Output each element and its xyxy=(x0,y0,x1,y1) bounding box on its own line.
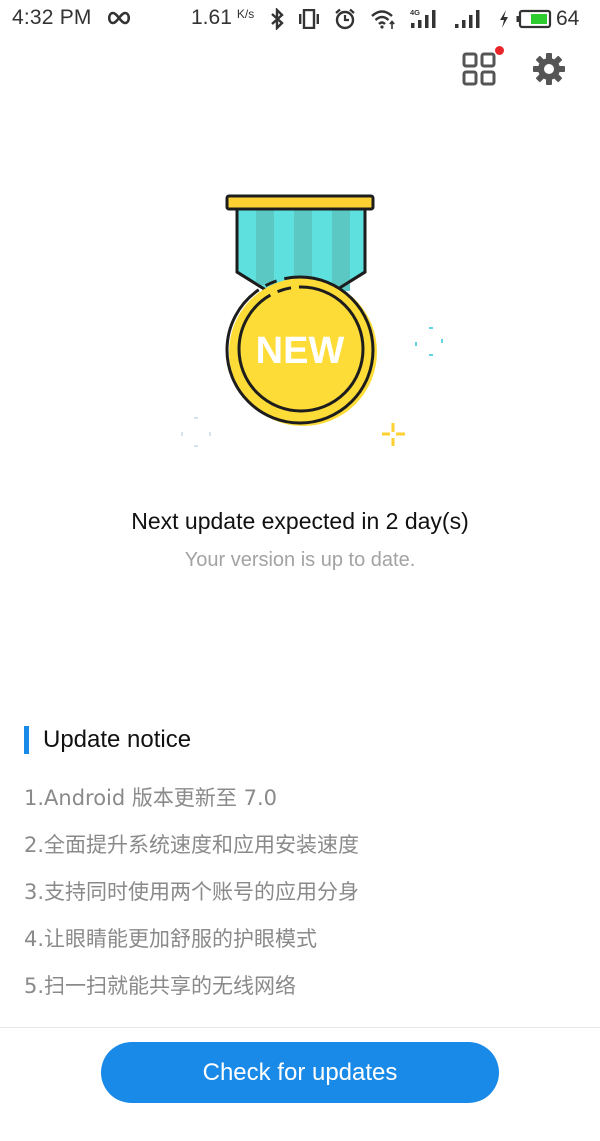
status-left: 4:32 PM xyxy=(12,6,132,30)
signal-icon xyxy=(454,8,484,30)
wifi-icon xyxy=(370,8,396,30)
signal-4g-icon: 4G xyxy=(410,8,440,30)
status-time: 4:32 PM xyxy=(12,6,92,29)
battery-icon xyxy=(516,9,552,29)
bluetooth-icon xyxy=(270,8,284,30)
top-actions xyxy=(462,46,566,86)
list-item: 4.让眼睛能更加舒服的护眼模式 xyxy=(24,927,318,951)
update-notice-list: 1.Android 版本更新至 7.0 2.全面提升系统速度和应用安装速度 3.… xyxy=(24,782,359,1017)
apps-button[interactable] xyxy=(462,46,504,86)
status-icons: 4G 64 xyxy=(270,6,579,32)
list-item: 3.支持同时使用两个账号的应用分身 xyxy=(24,880,360,904)
list-item: 5.扫一扫就能共享的无线网络 xyxy=(24,974,297,998)
notification-dot xyxy=(495,46,504,55)
sparkle-yellow-icon xyxy=(382,423,405,446)
battery-percent: 64 xyxy=(556,7,580,30)
system-update-screen: 4:32 PM 1.61 K/s 4G 64 NEW Next update e… xyxy=(0,0,600,1141)
vibrate-icon xyxy=(298,9,320,29)
next-update-text: Next update expected in 2 day(s) xyxy=(131,508,469,534)
check-for-updates-button[interactable]: Check for updates xyxy=(101,1042,499,1103)
coin-icon: NEW xyxy=(225,275,377,426)
net-speed-value: 1.61 xyxy=(191,6,232,29)
network-speed: 1.61 K/s xyxy=(191,6,254,30)
new-medal-illustration: NEW xyxy=(181,194,443,447)
gear-icon xyxy=(533,53,565,85)
net-speed-unit: K/s xyxy=(236,7,255,21)
list-item: 2.全面提升系统速度和应用安装速度 xyxy=(24,833,360,857)
settings-button[interactable] xyxy=(532,52,566,86)
divider xyxy=(0,1027,600,1028)
sparkle-light-icon xyxy=(181,417,211,447)
network-type-label: 4G xyxy=(410,8,420,17)
badge-text: NEW xyxy=(256,330,345,372)
charging-icon xyxy=(498,9,510,29)
status-bar: 4:32 PM 1.61 K/s 4G 64 xyxy=(0,0,600,38)
grid-apps-icon xyxy=(462,52,496,86)
update-notice-header: Update notice xyxy=(24,726,191,754)
update-notice-title: Update notice xyxy=(43,726,192,753)
section-accent-bar xyxy=(24,726,29,754)
list-item: 1.Android 版本更新至 7.0 xyxy=(24,786,277,810)
infinity-icon xyxy=(107,11,130,25)
version-status-text: Your version is up to date. xyxy=(184,549,416,571)
sparkle-teal-icon xyxy=(415,327,443,356)
alarm-icon xyxy=(334,8,356,30)
